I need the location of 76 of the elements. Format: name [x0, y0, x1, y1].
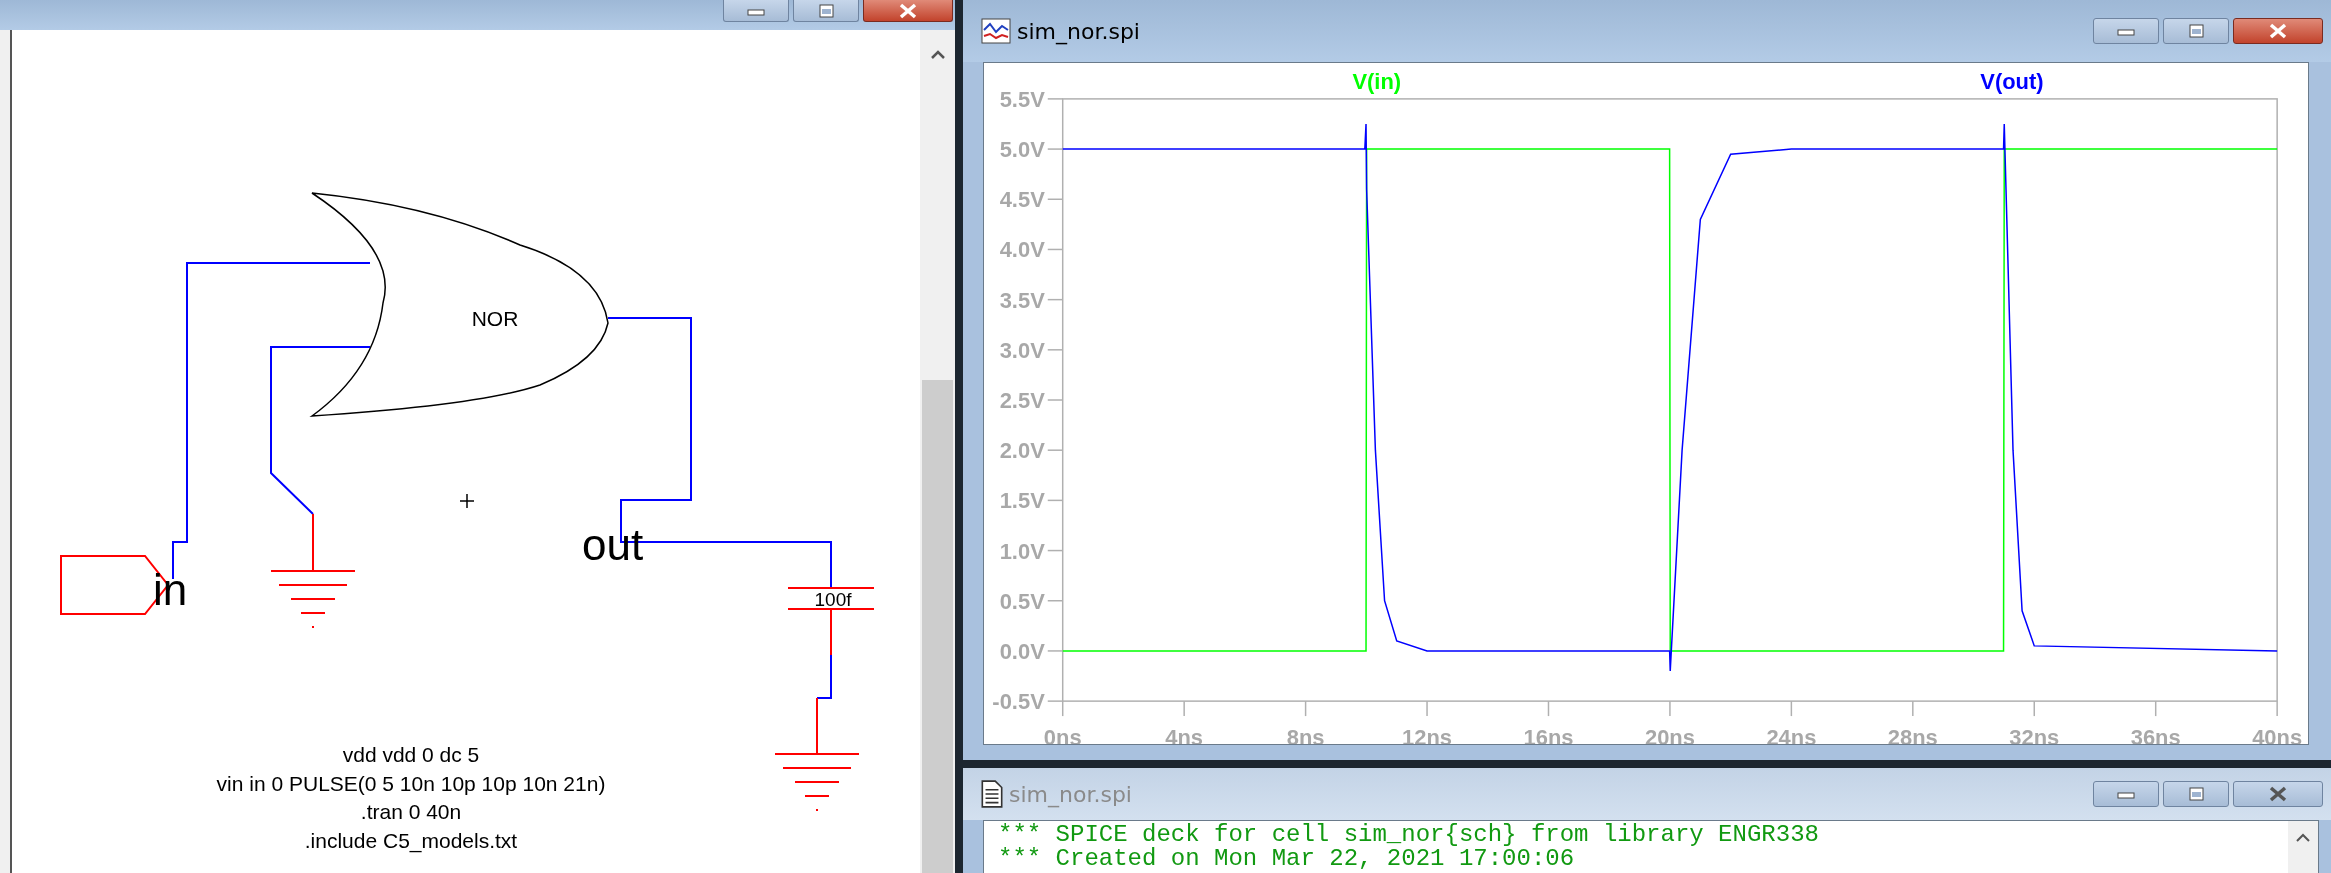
window-title: sim_nor.spi: [1017, 18, 1140, 44]
document-icon: [981, 780, 1003, 808]
tick-mark: [1047, 650, 1064, 652]
tick-mark: [1047, 298, 1064, 301]
y-tick-label: 4.5V: [999, 187, 1045, 213]
tick-mark: [1183, 700, 1185, 717]
minimize-button[interactable]: [723, 0, 789, 22]
x-tick-label: 28ns: [1887, 725, 1938, 745]
spice-directive: vin in 0 PULSE(0 5 10n 10p 10p 10n 21n): [216, 771, 606, 795]
x-tick-label: 20ns: [1644, 725, 1695, 745]
minimize-button[interactable]: [2093, 781, 2159, 807]
spice-directive: .include C5_models.txt: [304, 828, 518, 852]
legend-label: V(out): [1980, 68, 2044, 94]
legend-label: V(in): [1352, 68, 1402, 94]
tick-mark: [1047, 148, 1064, 150]
tick-mark: [1047, 248, 1064, 251]
tick-mark: [2154, 700, 2157, 717]
y-tick-label: 5.5V: [999, 86, 1045, 112]
spice-directive: .tran 0 40n: [360, 800, 462, 823]
tick-mark: [2033, 700, 2035, 717]
close-button[interactable]: [863, 0, 953, 22]
y-tick-label: 5.0V: [999, 137, 1045, 163]
y-tick-label: -0.5V: [992, 689, 1045, 715]
crosshair-icon: [459, 493, 475, 509]
scroll-up-icon[interactable]: [2296, 833, 2310, 843]
x-tick-label: 40ns: [2252, 725, 2303, 745]
x-tick-label: 4ns: [1165, 725, 1204, 745]
scrollbar[interactable]: [2288, 821, 2318, 873]
minimize-button[interactable]: [2093, 18, 2159, 44]
tick-mark: [1047, 499, 1064, 502]
x-tick-label: 24ns: [1766, 725, 1817, 745]
x-tick-label: 32ns: [2009, 725, 2060, 745]
tick-mark: [1047, 399, 1064, 401]
maximize-button[interactable]: [793, 0, 859, 22]
y-tick-label: 4.0V: [999, 237, 1045, 263]
tick-mark: [1912, 700, 1914, 717]
y-tick-label: 1.0V: [999, 538, 1045, 564]
maximize-button[interactable]: [2163, 18, 2229, 44]
y-tick-label: 0.5V: [999, 588, 1045, 614]
y-tick-label: 2.5V: [999, 388, 1045, 413]
tick-mark: [1047, 449, 1064, 451]
maximize-button[interactable]: [2163, 781, 2229, 807]
tick-mark: [1047, 349, 1064, 351]
chart-icon: [981, 18, 1011, 44]
tick-mark: [1426, 700, 1428, 717]
y-tick-label: 3.5V: [999, 287, 1045, 313]
y-tick-label: 2.0V: [999, 438, 1045, 464]
tick-mark: [1669, 700, 1671, 717]
tick-mark: [1047, 549, 1064, 552]
tick-mark: [1047, 198, 1064, 200]
x-tick-label: 12ns: [1402, 725, 1453, 745]
x-tick-label: 8ns: [1286, 725, 1325, 745]
close-button[interactable]: [2233, 781, 2323, 807]
scrollbar[interactable]: [920, 30, 955, 873]
y-tick-label: 1.5V: [999, 488, 1045, 514]
x-tick-label: 0ns: [1043, 725, 1082, 745]
x-tick-label: 16ns: [1523, 725, 1574, 745]
tick-mark: [1790, 700, 1793, 717]
text-line: *** Created on Mon Mar 22, 2021 17:00:06: [998, 847, 1576, 871]
window-title: sim_nor.spi: [1009, 781, 1132, 807]
gate-label: NOR: [471, 307, 519, 330]
capacitor-value: 100f: [814, 589, 852, 610]
spice-directive: vdd vdd 0 dc 5: [342, 743, 480, 766]
scroll-up-icon[interactable]: [930, 50, 945, 60]
y-tick-label: 0.0V: [999, 638, 1045, 664]
tick-mark: [2276, 700, 2278, 717]
y-tick-label: 3.0V: [999, 337, 1045, 363]
text-line: *** SPICE deck for cell sim_nor{sch} from library ENGR338: [998, 823, 1820, 847]
x-tick-label: 36ns: [2130, 725, 2181, 745]
scrollbar-thumb[interactable]: [922, 380, 953, 873]
tick-mark: [1047, 600, 1064, 602]
net-label: out: [582, 520, 644, 569]
close-button[interactable]: [2233, 18, 2323, 44]
tick-mark: [1547, 700, 1550, 717]
tick-mark: [1047, 98, 1064, 100]
tick-mark: [1304, 700, 1307, 717]
